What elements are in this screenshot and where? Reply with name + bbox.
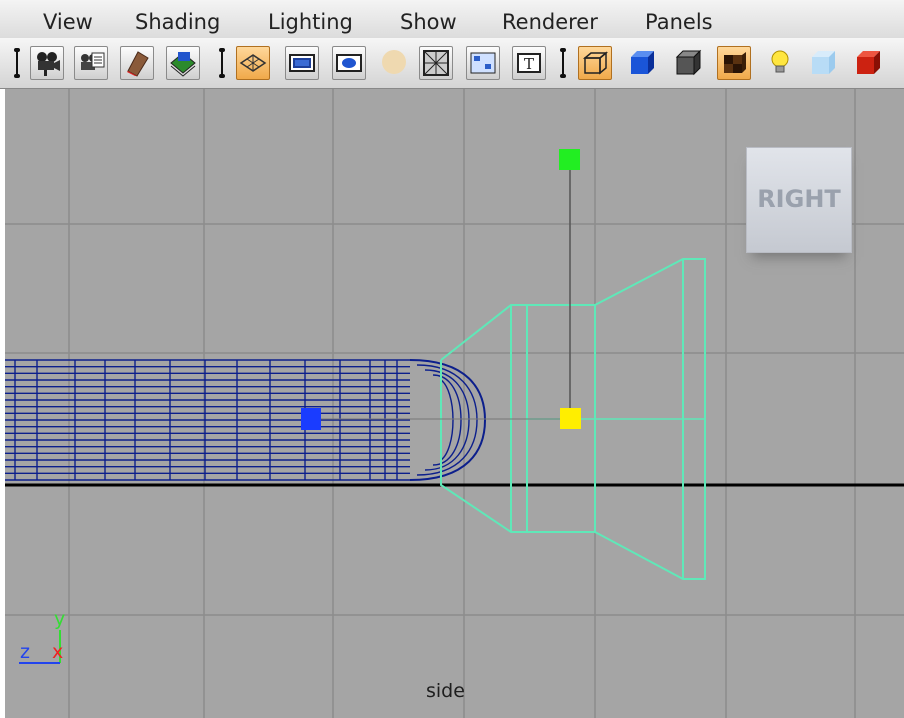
svg-text:T: T bbox=[524, 55, 534, 73]
grid-icon[interactable] bbox=[236, 46, 270, 80]
film-gate-icon[interactable] bbox=[285, 46, 319, 80]
bookmarks-icon[interactable] bbox=[120, 46, 154, 80]
menu-shading[interactable]: Shading bbox=[135, 10, 220, 34]
side-viewport[interactable]: RIGHT y z x side bbox=[5, 89, 904, 718]
toolbar-separator bbox=[219, 48, 225, 78]
xray-icon[interactable] bbox=[807, 46, 841, 80]
axis-x-label: x bbox=[52, 641, 64, 663]
isolate-icon[interactable] bbox=[466, 46, 500, 80]
wireframe-icon[interactable] bbox=[578, 46, 612, 80]
lights-icon[interactable] bbox=[764, 46, 798, 80]
yellow-pivot-handle[interactable] bbox=[560, 408, 581, 429]
panel-toolbar: T bbox=[0, 38, 904, 89]
textured-icon[interactable] bbox=[717, 46, 751, 80]
view-name-label: side bbox=[426, 680, 465, 702]
menu-show[interactable]: Show bbox=[400, 10, 457, 34]
wireframe-on-shaded-icon[interactable] bbox=[419, 46, 453, 80]
menu-view[interactable]: View bbox=[43, 10, 93, 34]
menu-lighting[interactable]: Lighting bbox=[268, 10, 353, 34]
view-cube[interactable]: RIGHT bbox=[746, 147, 852, 253]
axis-y-label: y bbox=[54, 608, 66, 630]
toolbar-separator bbox=[14, 48, 20, 78]
image-plane-icon[interactable] bbox=[166, 46, 200, 80]
cylinder-mesh-wireframe[interactable] bbox=[5, 359, 487, 481]
menu-panels[interactable]: Panels bbox=[645, 10, 713, 34]
panel-menu-bar: View Shading Lighting Show Renderer Pane… bbox=[0, 0, 904, 38]
flat-shade-icon[interactable] bbox=[672, 46, 706, 80]
select-camera-icon[interactable] bbox=[30, 46, 64, 80]
shadows-icon[interactable] bbox=[852, 46, 886, 80]
menu-renderer[interactable]: Renderer bbox=[502, 10, 598, 34]
resolution-gate-icon[interactable] bbox=[332, 46, 366, 80]
axis-z-label: z bbox=[20, 641, 30, 663]
texture-icon[interactable]: T bbox=[512, 46, 546, 80]
green-pivot-handle[interactable] bbox=[559, 149, 580, 170]
safe-action-icon[interactable] bbox=[378, 46, 412, 80]
camera-attributes-icon[interactable] bbox=[74, 46, 108, 80]
smooth-shade-icon[interactable] bbox=[626, 46, 660, 80]
blue-pivot-handle[interactable] bbox=[301, 408, 321, 430]
view-cube-label: RIGHT bbox=[757, 185, 841, 213]
toolbar-separator bbox=[560, 48, 566, 78]
